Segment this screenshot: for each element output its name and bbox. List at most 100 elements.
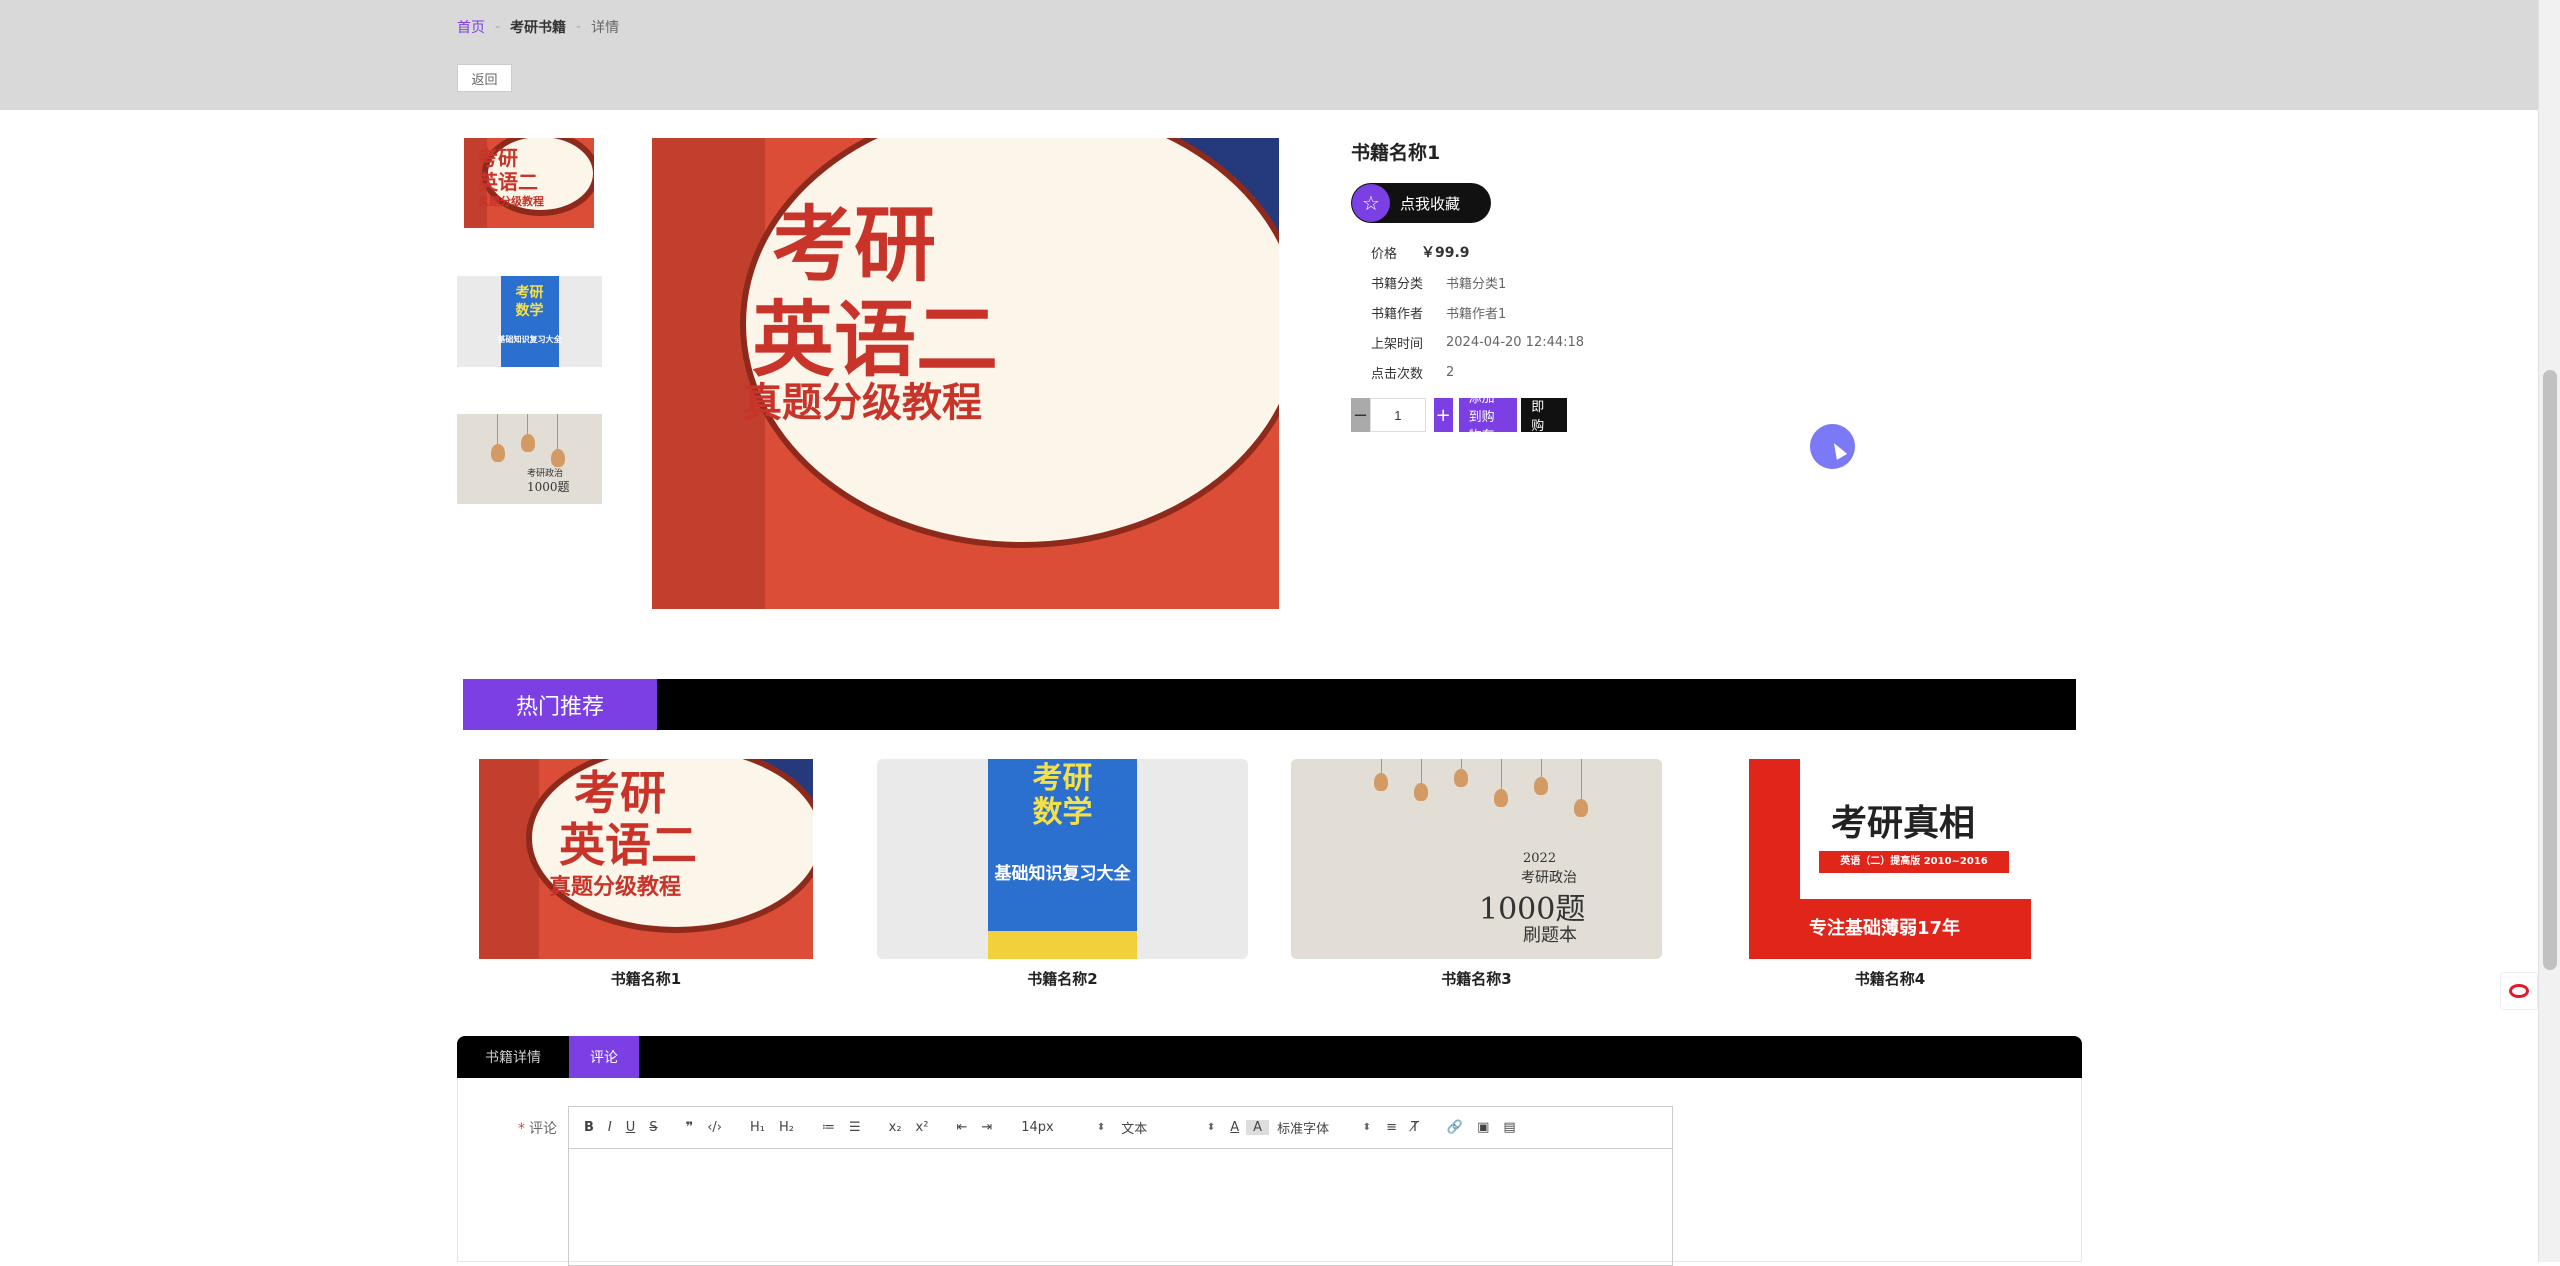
clear-format-icon[interactable]: T̸ bbox=[1404, 1120, 1426, 1135]
editor-toolbar: B I U S ❞ ‹/› H₁ H₂ ≔ ☰ x₂ x² ⇤ ⇥ 14px ⬍ … bbox=[569, 1107, 1672, 1149]
cover-caption: 真题分级教程 bbox=[549, 875, 682, 900]
chevron-updown-icon: ⬍ bbox=[1206, 1122, 1216, 1133]
meta-value: 书籍分类1 bbox=[1446, 276, 1507, 292]
align-icon[interactable]: ≡ bbox=[1379, 1120, 1404, 1135]
superscript-icon[interactable]: x² bbox=[909, 1120, 936, 1135]
meta-key: 书籍分类 bbox=[1371, 276, 1424, 292]
heading2-icon[interactable]: H₂ bbox=[772, 1120, 801, 1135]
add-to-cart-button[interactable]: 添加到购物车 bbox=[1458, 391, 1518, 444]
underline-icon[interactable]: U bbox=[619, 1120, 643, 1135]
price-value: ￥99.9 bbox=[1421, 245, 1470, 261]
book-meta: 价格 ￥99.9 书籍分类 书籍分类1 书籍作者 书籍作者1 上架时间 2024… bbox=[1371, 237, 1671, 387]
font-family-select[interactable]: 标准字体 ⬍ bbox=[1269, 1118, 1379, 1137]
font-family-value: 标准字体 bbox=[1277, 1122, 1330, 1137]
cover-caption: 基础知识复习大全 bbox=[994, 864, 1131, 884]
thumbnail-1[interactable]: 考研 英语二 真题分级教程 bbox=[464, 138, 594, 228]
breadcrumb-separator: - bbox=[576, 19, 582, 35]
thumbnail-3[interactable]: 考研政治 1000题 bbox=[457, 414, 602, 504]
font-color-icon[interactable]: A bbox=[1223, 1120, 1246, 1135]
cover-caption: 专注基础薄弱17年 bbox=[1809, 918, 1961, 939]
page-scrollbar[interactable] bbox=[2538, 0, 2560, 1262]
thumbnail-2[interactable]: 考研 数学 基础知识复习大全 bbox=[457, 276, 602, 367]
tab-comment[interactable]: 评论 bbox=[569, 1036, 639, 1078]
buy-now-button[interactable]: 立即购买 bbox=[1521, 381, 1568, 453]
required-mark: * bbox=[518, 1121, 525, 1137]
breadcrumb-separator: - bbox=[495, 19, 501, 35]
code-icon[interactable]: ‹/› bbox=[700, 1120, 729, 1135]
cover-caption: 真题分级教程 bbox=[478, 195, 544, 208]
favorite-label: 点我收藏 bbox=[1400, 194, 1461, 213]
text-style-value: 文本 bbox=[1121, 1122, 1148, 1137]
ordered-list-icon[interactable]: ≔ bbox=[815, 1120, 842, 1135]
quantity-input[interactable] bbox=[1369, 398, 1426, 432]
breadcrumb-home-link[interactable]: 首页 bbox=[457, 17, 485, 37]
cover-year: 2022 bbox=[1523, 851, 1557, 866]
blockquote-icon[interactable]: ❞ bbox=[679, 1120, 701, 1135]
cover-subtitle: 1000题 bbox=[527, 480, 570, 494]
italic-icon[interactable]: I bbox=[601, 1120, 619, 1135]
cover-subtitle: 英语（二）提高版 2010~2016 bbox=[1819, 851, 2009, 873]
quantity-stepper: − + 添加到购物车 立即购买 bbox=[1351, 381, 1568, 453]
indent-icon[interactable]: ⇥ bbox=[974, 1120, 999, 1135]
background-color-icon[interactable]: A bbox=[1246, 1120, 1270, 1135]
chevron-updown-icon: ⬍ bbox=[1096, 1122, 1106, 1133]
product-info: 书籍名称1 ☆ 点我收藏 价格 ￥99.9 书籍分类 书籍分类1 书籍作者 书籍… bbox=[1351, 138, 1584, 453]
recommend-image[interactable]: 2022 考研政治 1000题 刷题本 bbox=[1291, 759, 1662, 959]
chevron-updown-icon: ⬍ bbox=[1362, 1122, 1372, 1133]
recommend-name[interactable]: 书籍名称1 bbox=[479, 968, 813, 989]
cover-caption: 基础知识复习大全 bbox=[497, 335, 562, 344]
meta-value: 2024-04-20 12:44:18 bbox=[1446, 334, 1585, 350]
cover-subtitle: 英语二 bbox=[559, 818, 697, 872]
breadcrumb-category-link[interactable]: 考研书籍 bbox=[510, 17, 566, 37]
cover-caption: 刷题本 bbox=[1523, 925, 1577, 946]
star-icon: ☆ bbox=[1352, 184, 1390, 222]
cover-subtitle: 数学 bbox=[1032, 795, 1093, 830]
comment-label: * 评论 bbox=[518, 1118, 557, 1138]
tab-book-detail[interactable]: 书籍详情 bbox=[457, 1036, 569, 1078]
hot-recommend-header: 热门推荐 bbox=[463, 679, 2076, 730]
font-size-value: 14px bbox=[1021, 1120, 1054, 1135]
meta-value: 书籍作者1 bbox=[1446, 306, 1507, 322]
font-size-select[interactable]: 14px ⬍ bbox=[1013, 1120, 1113, 1135]
heading1-icon[interactable]: H₁ bbox=[743, 1120, 772, 1135]
comment-editor: B I U S ❞ ‹/› H₁ H₂ ≔ ☰ x₂ x² ⇤ ⇥ 14px ⬍ … bbox=[568, 1106, 1673, 1266]
bold-icon[interactable]: B bbox=[577, 1120, 601, 1135]
meta-key: 点击次数 bbox=[1371, 366, 1424, 382]
subscript-icon[interactable]: x₂ bbox=[882, 1120, 909, 1135]
back-button[interactable]: 返回 bbox=[457, 64, 512, 92]
scrollbar-thumb[interactable] bbox=[2543, 370, 2557, 970]
video-icon[interactable]: ▤ bbox=[1496, 1120, 1522, 1135]
recommend-name[interactable]: 书籍名称3 bbox=[1291, 968, 1662, 989]
recommend-image[interactable]: 考研 数学 基础知识复习大全 bbox=[877, 759, 1248, 959]
favorite-button[interactable]: ☆ 点我收藏 bbox=[1351, 183, 1491, 223]
quantity-minus-button[interactable]: − bbox=[1351, 398, 1370, 432]
meta-key: 上架时间 bbox=[1371, 336, 1424, 352]
comment-label-text: 评论 bbox=[529, 1121, 557, 1137]
breadcrumb: 首页 - 考研书籍 - 详情 bbox=[457, 17, 619, 37]
cover-title: 考研真相 bbox=[1831, 803, 1976, 844]
comment-panel: * 评论 B I U S ❞ ‹/› H₁ H₂ ≔ ☰ x₂ x² ⇤ ⇥ 14… bbox=[457, 1078, 2082, 1266]
meta-value: 2 bbox=[1446, 364, 1455, 380]
hot-recommend-title: 热门推荐 bbox=[463, 679, 657, 730]
weibo-share-icon[interactable] bbox=[2500, 972, 2538, 1010]
price-label: 价格 bbox=[1371, 246, 1398, 262]
recommend-image[interactable]: 考研 英语二 真题分级教程 bbox=[479, 759, 813, 959]
text-style-select[interactable]: 文本 ⬍ bbox=[1113, 1118, 1223, 1137]
book-title: 书籍名称1 bbox=[1351, 142, 1441, 164]
recommend-name[interactable]: 书籍名称4 bbox=[1749, 968, 2031, 989]
strikethrough-icon[interactable]: S bbox=[642, 1120, 664, 1135]
recommend-name[interactable]: 书籍名称2 bbox=[877, 968, 1248, 989]
bullet-list-icon[interactable]: ☰ bbox=[842, 1120, 868, 1135]
link-icon[interactable]: 🔗 bbox=[1440, 1120, 1470, 1135]
cover-title: 考研 bbox=[515, 285, 544, 301]
main-product-image: 考研 英语二 真题分级教程 bbox=[622, 138, 1279, 609]
cover-caption: 真题分级教程 bbox=[742, 380, 982, 426]
cover-subtitle: 数学 bbox=[515, 303, 544, 319]
image-icon[interactable]: ▣ bbox=[1470, 1120, 1496, 1135]
breadcrumb-current: 详情 bbox=[591, 20, 620, 36]
recommend-image[interactable]: 考研真相 英语（二）提高版 2010~2016 专注基础薄弱17年 bbox=[1749, 759, 2031, 959]
outdent-icon[interactable]: ⇤ bbox=[949, 1120, 974, 1135]
detail-tabs: 书籍详情 评论 bbox=[457, 1036, 2082, 1078]
quantity-plus-button[interactable]: + bbox=[1433, 398, 1453, 432]
meta-key: 书籍作者 bbox=[1371, 306, 1424, 322]
